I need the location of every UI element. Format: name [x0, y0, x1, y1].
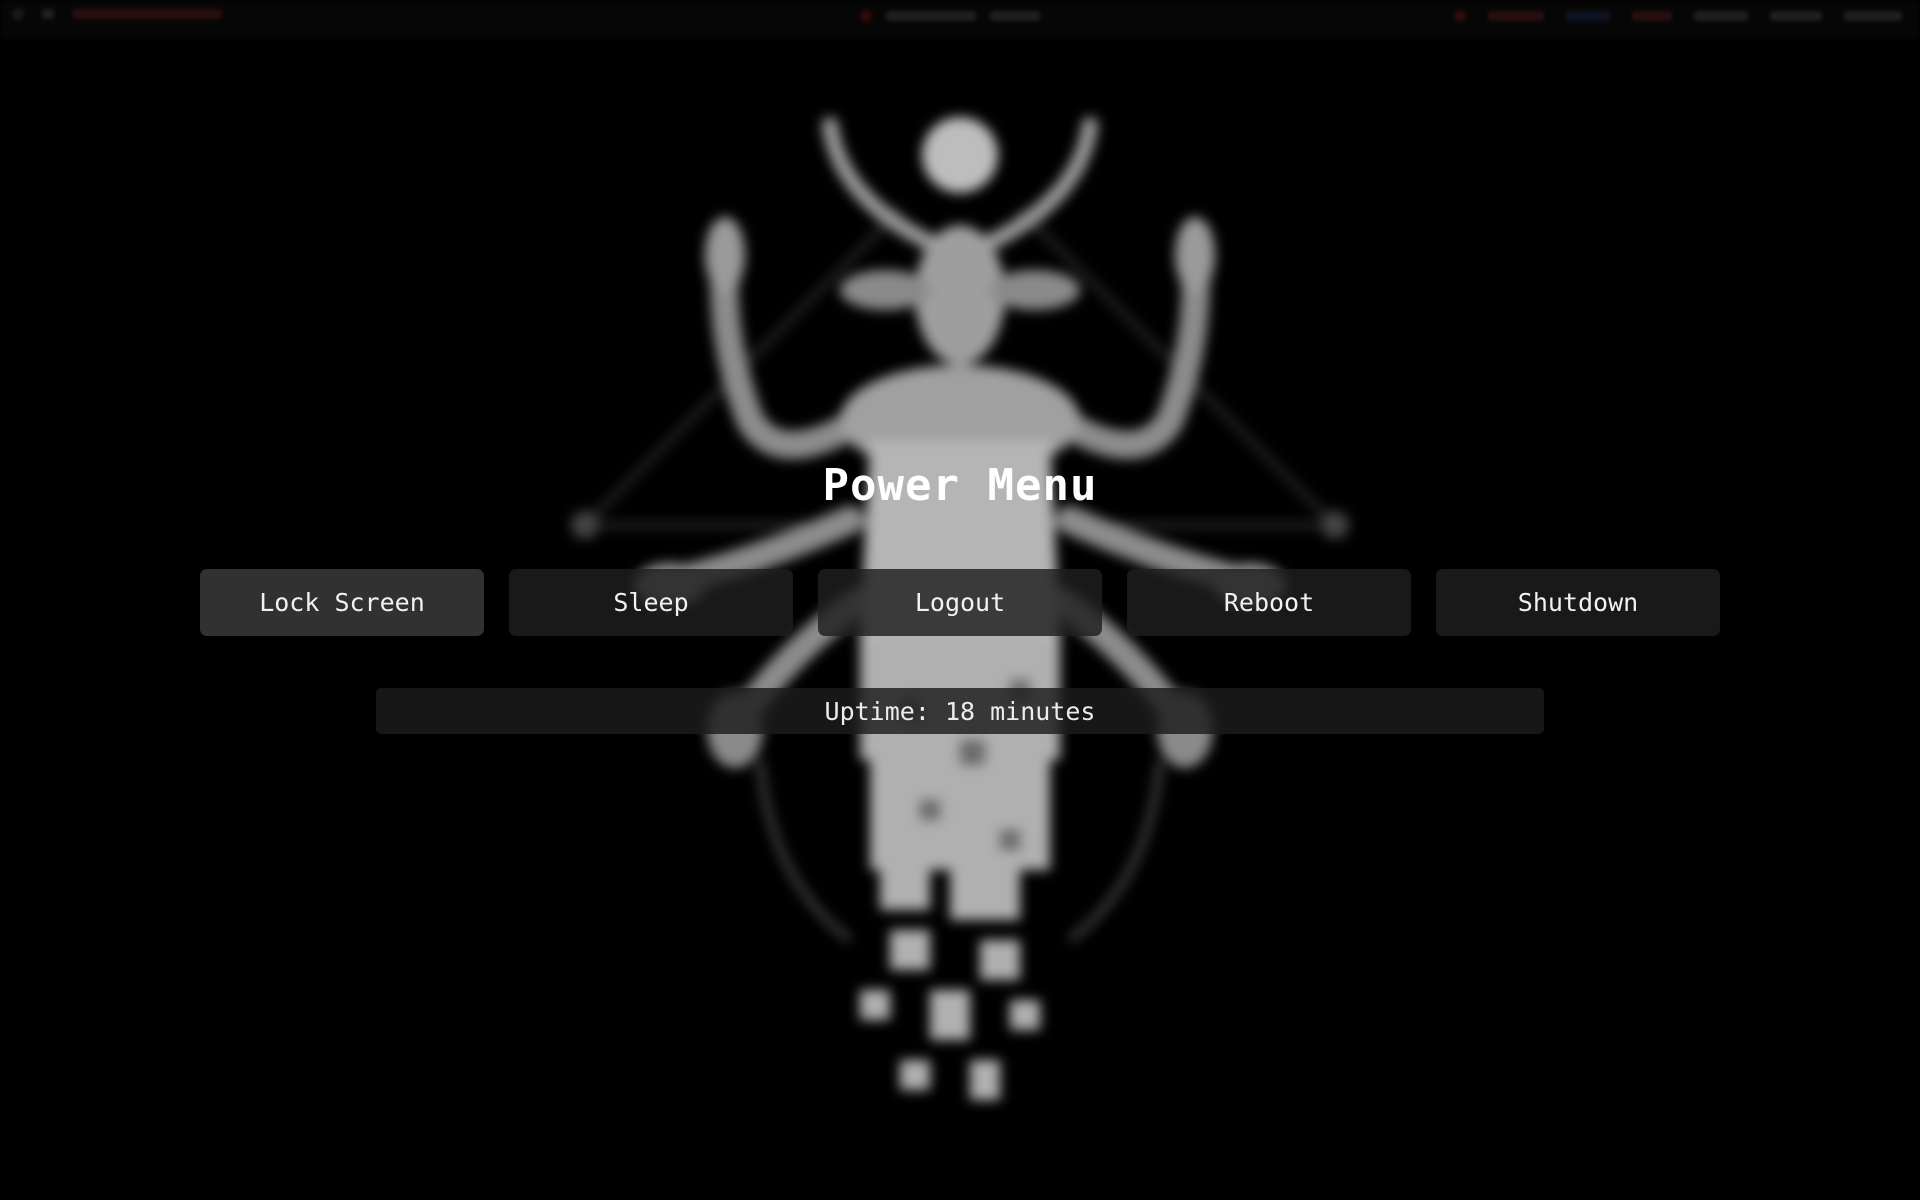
logout-button[interactable]: Logout — [818, 569, 1102, 636]
power-menu-screen: Power Menu Lock Screen Sleep Logout Rebo… — [0, 0, 1920, 1200]
shutdown-button[interactable]: Shutdown — [1436, 569, 1720, 636]
power-menu-title: Power Menu — [822, 460, 1098, 511]
reboot-button[interactable]: Reboot — [1127, 569, 1411, 636]
uptime-status: Uptime: 18 minutes — [376, 688, 1544, 734]
sleep-button[interactable]: Sleep — [509, 569, 793, 636]
power-menu-buttons: Lock Screen Sleep Logout Reboot Shutdown — [200, 569, 1720, 636]
lock-screen-button[interactable]: Lock Screen — [200, 569, 484, 636]
